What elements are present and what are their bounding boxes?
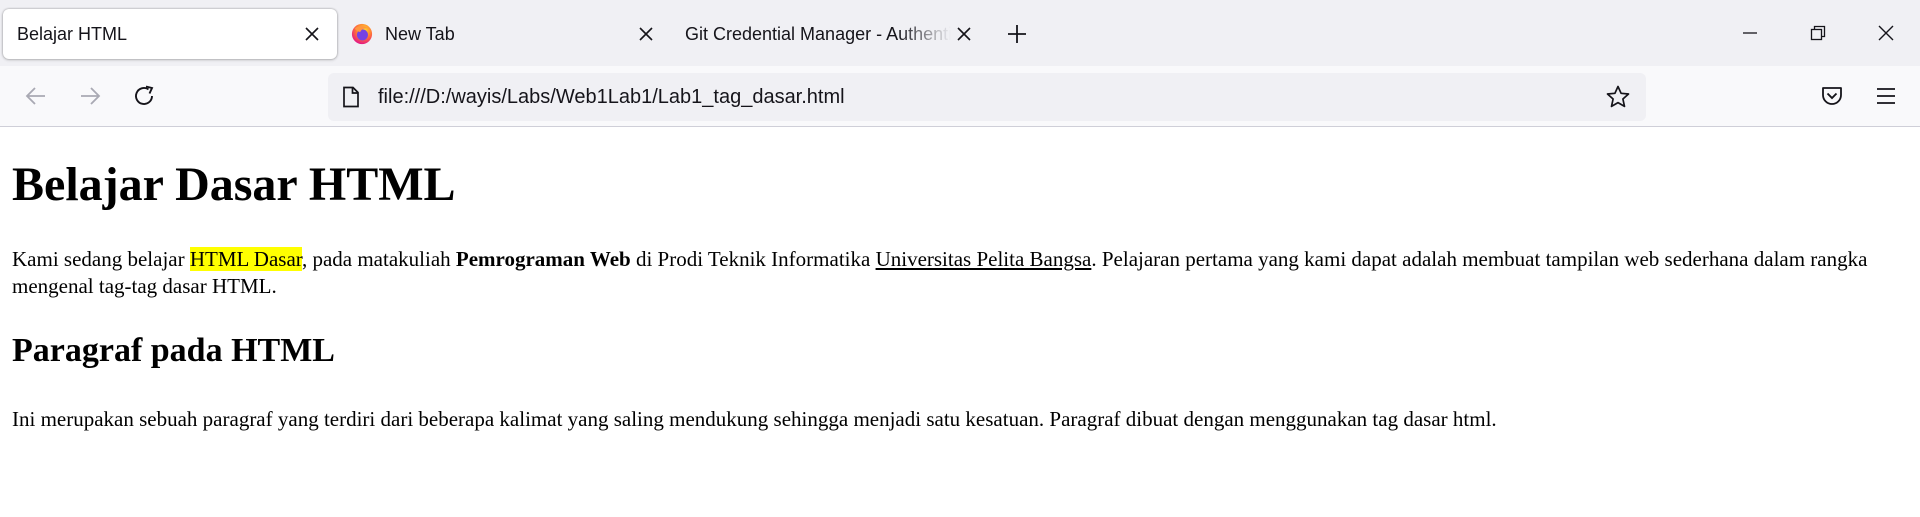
page-content: Belajar Dasar HTML Kami sedang belajar H… — [0, 157, 1920, 433]
pocket-button[interactable] — [1812, 76, 1852, 116]
restore-icon — [1810, 25, 1826, 41]
intro-paragraph: Kami sedang belajar HTML Dasar, pada mat… — [12, 246, 1908, 301]
tab-title: Belajar HTML — [17, 23, 128, 44]
close-icon[interactable] — [299, 21, 325, 47]
window-controls — [1716, 0, 1920, 66]
tab-title: New Tab — [385, 23, 455, 44]
minimize-icon — [1743, 32, 1757, 34]
close-icon[interactable] — [951, 21, 977, 47]
text: , pada matakuliah — [301, 247, 456, 272]
tab-git-credential-manager[interactable]: Git Credential Manager - Authentication — [671, 9, 989, 59]
reload-icon — [135, 85, 154, 105]
firefox-logo-icon — [351, 23, 373, 45]
back-arrow-icon — [25, 87, 45, 105]
tab-new-tab[interactable]: New Tab — [337, 9, 671, 59]
forward-button[interactable] — [70, 76, 110, 116]
pocket-icon — [1822, 87, 1842, 105]
back-button[interactable] — [16, 76, 56, 116]
bookmark-button[interactable] — [1598, 77, 1638, 117]
highlighted-text: HTML Dasar — [189, 247, 302, 272]
menu-button[interactable] — [1866, 76, 1906, 116]
hamburger-menu-icon — [1877, 88, 1895, 104]
reload-button[interactable] — [124, 76, 164, 116]
minimize-button[interactable] — [1716, 0, 1784, 66]
text: Kami sedang belajar — [12, 247, 190, 272]
toolbar-right — [1812, 76, 1906, 116]
bold-text: Pemrograman Web — [455, 247, 631, 272]
section-heading: Paragraf pada HTML — [12, 331, 335, 369]
text: di Prodi Teknik Informatika — [630, 247, 876, 272]
tab-belajar-html[interactable]: Belajar HTML — [3, 9, 337, 59]
tab-title: Git Credential Manager - Authentication — [685, 23, 951, 44]
star-icon — [1606, 85, 1630, 108]
body-paragraph: Ini merupakan sebuah paragraf yang terdi… — [12, 406, 1497, 431]
navigation-toolbar: file:///D:/wayis/Labs/Web1Lab1/Lab1_tag_… — [0, 66, 1920, 127]
close-window-button[interactable] — [1852, 0, 1920, 66]
close-icon — [1878, 25, 1894, 41]
underlined-text: Universitas Pelita Bangsa — [875, 247, 1092, 272]
new-tab-button[interactable] — [995, 12, 1039, 56]
restore-button[interactable] — [1784, 0, 1852, 66]
page-icon — [343, 86, 359, 108]
plus-icon — [1008, 25, 1026, 43]
forward-arrow-icon — [81, 87, 101, 105]
tab-strip: Belajar HTML New Tab Git Credential Mana… — [0, 0, 1920, 66]
page-heading: Belajar Dasar HTML — [12, 158, 456, 211]
url-text[interactable]: file:///D:/wayis/Labs/Web1Lab1/Lab1_tag_… — [378, 86, 1598, 109]
close-icon[interactable] — [633, 21, 659, 47]
address-bar[interactable]: file:///D:/wayis/Labs/Web1Lab1/Lab1_tag_… — [328, 73, 1646, 121]
